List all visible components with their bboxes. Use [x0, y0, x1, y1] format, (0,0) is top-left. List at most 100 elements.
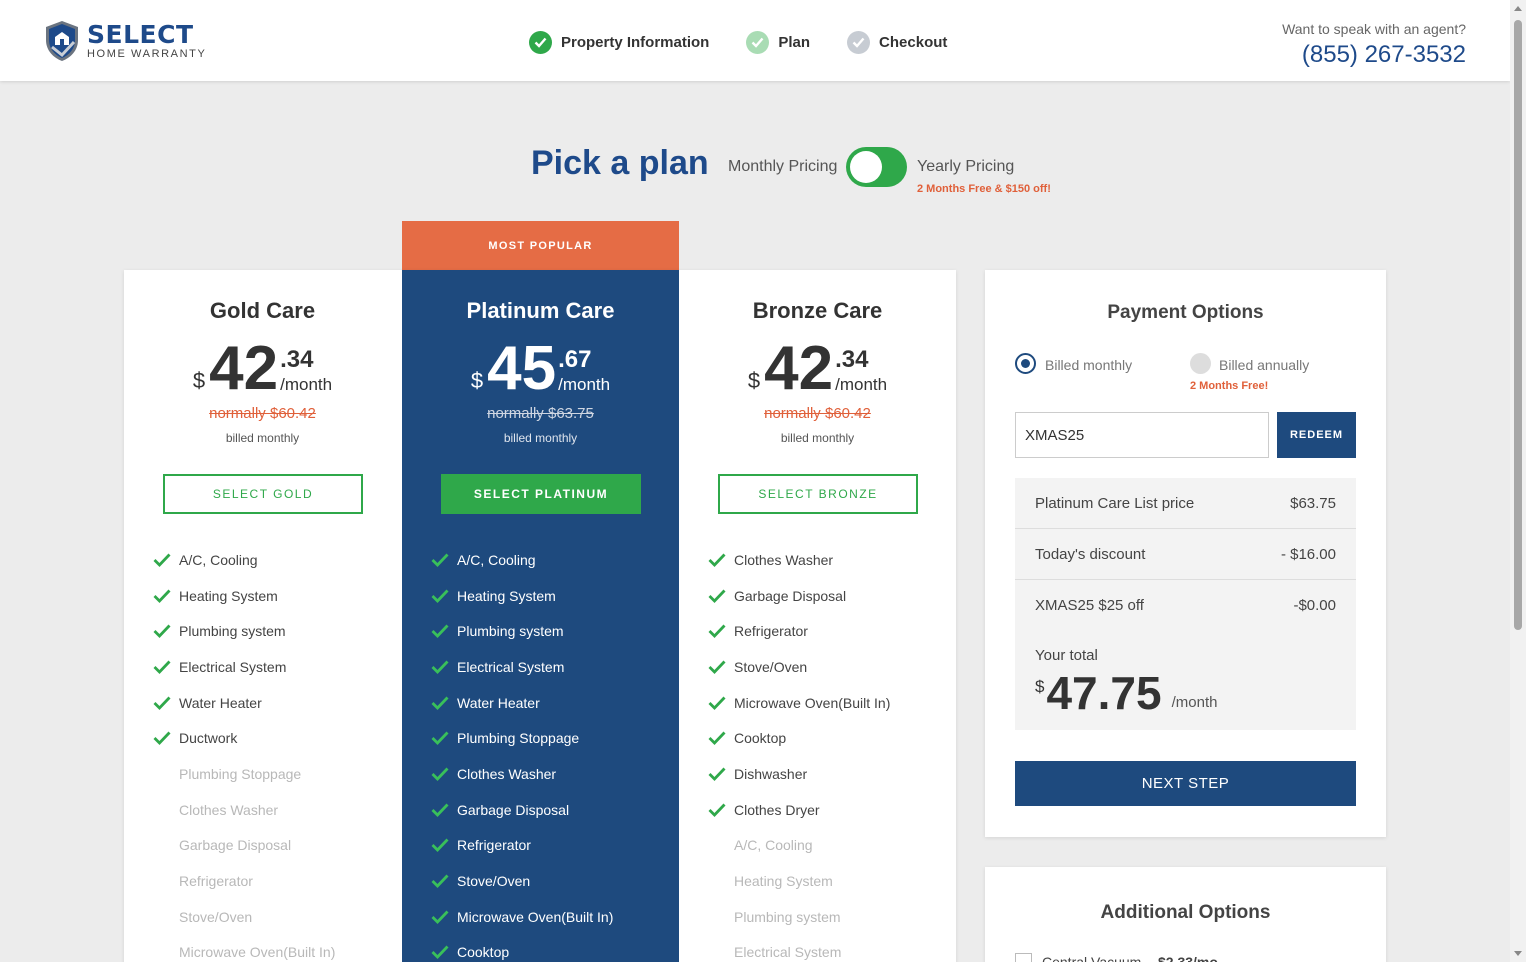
feature-item: Stove/Oven: [431, 863, 669, 899]
pricing-toggle[interactable]: [846, 147, 907, 187]
billed-annually-label[interactable]: Billed annually: [1219, 357, 1309, 373]
scrollbar-thumb[interactable]: [1514, 20, 1522, 630]
check-icon: [153, 730, 179, 746]
step-checkout[interactable]: Checkout: [847, 31, 947, 54]
summary-value: - $16.00: [1280, 545, 1336, 563]
feature-item: Ductwork: [153, 720, 391, 756]
additional-option-label[interactable]: Central Vacuum: [1042, 954, 1141, 962]
total-period: /month: [1171, 694, 1218, 711]
summary-value: -$0.00: [1293, 597, 1336, 614]
feature-label: Microwave Oven(Built In): [457, 908, 614, 925]
feature-label: Plumbing system: [734, 908, 841, 925]
price-whole: 42: [764, 334, 834, 403]
feature-item: Electrical System: [153, 649, 391, 685]
feature-label: Refrigerator: [457, 837, 531, 854]
feature-item: Refrigerator: [153, 863, 391, 899]
annual-promo-text: 2 Months Free!: [1190, 380, 1269, 392]
regular-price: normally $60.42: [209, 405, 316, 422]
logo[interactable]: SELECT HOME WARRANTY: [44, 20, 206, 62]
check-icon: [431, 730, 457, 746]
select-bronze-button[interactable]: SELECT BRONZE: [718, 474, 918, 514]
monthly-pricing-label[interactable]: Monthly Pricing: [728, 158, 837, 176]
check-icon: [708, 730, 734, 746]
step-property-information[interactable]: Property Information: [529, 31, 709, 54]
redeem-button[interactable]: REDEEM: [1277, 412, 1356, 458]
feature-label: Clothes Washer: [179, 801, 279, 818]
summary-row-list-price: Platinum Care List price $63.75: [1015, 478, 1356, 529]
feature-label: Cooktop: [734, 730, 787, 747]
check-icon: [708, 623, 734, 639]
price-whole: 45: [487, 334, 557, 403]
feature-item: Refrigerator: [431, 828, 669, 864]
feature-spacer: [153, 802, 179, 818]
check-icon: [153, 659, 179, 675]
scroll-down-arrow-icon[interactable]: [1514, 951, 1522, 956]
feature-list: A/C, Cooling Heating System Plumbing syste…: [431, 542, 669, 962]
feature-label: Plumbing system: [179, 623, 286, 640]
summary-label: XMAS25 $25 off: [1035, 597, 1144, 614]
plan-price: $45.67/month: [402, 338, 679, 400]
feature-item: A/C, Cooling: [708, 828, 946, 864]
feature-item: Electrical System: [431, 649, 669, 685]
feature-label: Heating System: [457, 587, 556, 604]
header-bar: SELECT HOME WARRANTY Property Informatio…: [0, 0, 1510, 81]
billing-frequency: billed monthly: [503, 431, 578, 445]
feature-item: Heating System: [153, 578, 391, 614]
total-currency: $: [1035, 677, 1045, 696]
billed-monthly-label[interactable]: Billed monthly: [1045, 357, 1132, 373]
price-period: /month: [280, 375, 333, 394]
most-popular-banner: MOST POPULAR: [402, 221, 679, 271]
feature-label: Cooktop: [457, 944, 510, 961]
check-icon: [153, 695, 179, 711]
feature-label: A/C, Cooling: [457, 551, 536, 568]
yearly-pricing-label[interactable]: Yearly Pricing: [917, 158, 1014, 176]
feature-spacer: [153, 944, 179, 960]
feature-list: Clothes Washer Garbage Disposal Refrigerat…: [708, 542, 946, 962]
price-cents: .34: [280, 346, 314, 373]
feature-label: Stove/Oven: [179, 908, 253, 925]
feature-label: Microwave Oven(Built In): [179, 944, 336, 961]
check-icon: [431, 873, 457, 889]
step-plan[interactable]: Plan: [746, 31, 810, 54]
regular-price: normally $60.42: [764, 405, 871, 422]
agent-contact: Want to speak with an agent? (855) 267-3…: [1282, 21, 1466, 69]
select-gold-button[interactable]: SELECT GOLD: [163, 474, 363, 514]
page-scrollbar[interactable]: [1510, 0, 1526, 962]
check-icon: [431, 837, 457, 853]
price-currency: $: [470, 368, 484, 393]
select-platinum-button[interactable]: SELECT PLATINUM: [441, 474, 641, 514]
billing-frequency: billed monthly: [225, 431, 300, 445]
billed-monthly-radio[interactable]: [1015, 353, 1036, 374]
check-icon: [431, 909, 457, 925]
summary-label: Platinum Care List price: [1035, 494, 1195, 512]
feature-item: A/C, Cooling: [431, 542, 669, 578]
feature-item: Refrigerator: [708, 613, 946, 649]
feature-label: A/C, Cooling: [179, 551, 258, 568]
scroll-up-arrow-icon[interactable]: [1514, 6, 1522, 11]
promo-code-input[interactable]: [1015, 412, 1269, 458]
feature-label: Water Heater: [179, 694, 262, 711]
feature-item: Heating System: [431, 578, 669, 614]
regular-price: normally $63.75: [487, 405, 594, 422]
logo-tagline: HOME WARRANTY: [87, 48, 207, 60]
central-vacuum-checkbox[interactable]: [1015, 953, 1032, 962]
next-step-button[interactable]: NEXT STEP: [1015, 761, 1356, 806]
check-icon: [708, 695, 734, 711]
check-icon: [431, 695, 457, 711]
plan-price: $42.34/month: [679, 338, 956, 400]
plan-card-gold: Gold Care $42.34/month normally $60.42 bill…: [124, 270, 401, 962]
feature-item: Cooktop: [708, 720, 946, 756]
price-cents: .67: [558, 346, 592, 373]
feature-label: Stove/Oven: [457, 873, 531, 890]
feature-label: Garbage Disposal: [179, 837, 292, 854]
summary-label: Today's discount: [1035, 545, 1146, 563]
check-icon: [431, 659, 457, 675]
feature-item: Plumbing Stoppage: [431, 720, 669, 756]
plan-card-platinum: Platinum Care $45.67/month normally $63.75…: [402, 270, 679, 962]
feature-label: Garbage Disposal: [734, 587, 847, 604]
agent-phone-link[interactable]: (855) 267-3532: [1282, 41, 1466, 69]
plan-price: $42.34/month: [124, 338, 401, 400]
billed-annually-radio[interactable]: [1190, 353, 1211, 374]
check-circle-icon: [529, 31, 552, 54]
feature-label: Heating System: [734, 873, 833, 890]
